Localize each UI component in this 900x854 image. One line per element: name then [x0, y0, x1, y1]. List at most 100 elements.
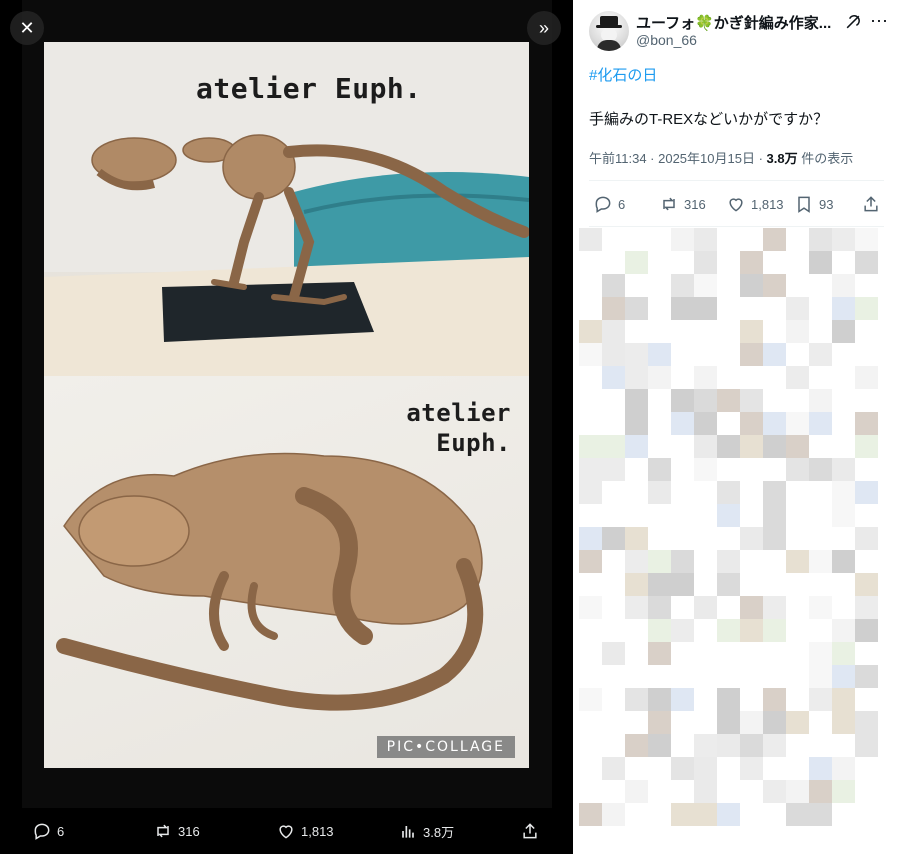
- viewer-repost-button[interactable]: 316: [153, 821, 200, 841]
- blur-pixel: [809, 596, 832, 619]
- blur-pixel: [832, 412, 855, 435]
- blur-pixel: [809, 297, 832, 320]
- blur-pixel: [786, 665, 809, 688]
- tweet-views-count: 3.8万: [766, 151, 798, 166]
- viewer-like-button[interactable]: 1,813: [276, 821, 334, 841]
- like-icon: [279, 825, 293, 839]
- blur-pixel: [625, 550, 648, 573]
- blur-pixel: [740, 573, 763, 596]
- blur-pixel: [855, 665, 878, 688]
- blur-pixel: [717, 389, 740, 412]
- blur-pixel: [786, 803, 809, 826]
- blur-pixel: [740, 734, 763, 757]
- blur-pixel: [763, 343, 786, 366]
- blur-pixel: [786, 642, 809, 665]
- blur-pixel: [740, 504, 763, 527]
- blur-pixel: [602, 734, 625, 757]
- blur-pixel: [579, 619, 602, 642]
- viewer-share-button[interactable]: [520, 821, 540, 841]
- blur-pixel: [602, 780, 625, 803]
- blur-pixel: [832, 780, 855, 803]
- blur-pixel: [740, 228, 763, 251]
- repost-button[interactable]: 316: [659, 194, 706, 214]
- blur-pixel: [717, 596, 740, 619]
- share-button[interactable]: [861, 194, 881, 214]
- blur-pixel: [694, 343, 717, 366]
- blur-pixel: [694, 320, 717, 343]
- photo-trex-folded[interactable]: atelier Euph. PIC•COLLAGE: [44, 376, 529, 768]
- viewer-views-button[interactable]: 3.8万: [398, 821, 454, 841]
- expand-button[interactable]: »: [527, 11, 561, 45]
- hashtag-link[interactable]: #化石の日: [589, 64, 657, 85]
- blur-pixel: [832, 665, 855, 688]
- blur-pixel: [671, 596, 694, 619]
- blur-pixel: [602, 550, 625, 573]
- blur-pixel: [648, 780, 671, 803]
- blur-pixel: [763, 527, 786, 550]
- tweet-actions: 6 316 1,813 93: [589, 190, 884, 220]
- viewer-action-bar: 6 316 1,813 3.8万: [0, 808, 573, 854]
- blur-pixel: [763, 458, 786, 481]
- blur-pixel: [786, 251, 809, 274]
- blur-pixel: [602, 596, 625, 619]
- blur-pixel: [809, 274, 832, 297]
- blur-pixel: [671, 297, 694, 320]
- blur-pixel: [855, 228, 878, 251]
- bookmark-button[interactable]: 93: [794, 194, 833, 214]
- grok-icon[interactable]: [843, 12, 863, 32]
- blur-pixel: [671, 642, 694, 665]
- blur-pixel: [717, 435, 740, 458]
- blur-pixel: [763, 412, 786, 435]
- blur-pixel: [763, 734, 786, 757]
- blur-pixel: [740, 803, 763, 826]
- blur-pixel: [694, 481, 717, 504]
- blur-pixel: [694, 228, 717, 251]
- blur-pixel: [579, 550, 602, 573]
- blur-pixel: [602, 366, 625, 389]
- blur-pixel: [694, 803, 717, 826]
- avatar[interactable]: [589, 11, 629, 51]
- tweet-time[interactable]: 午前11:34 · 2025年10月15日 ·: [589, 151, 767, 166]
- blur-pixel: [671, 803, 694, 826]
- blur-pixel: [740, 527, 763, 550]
- blur-pixel: [855, 320, 878, 343]
- blur-pixel: [832, 297, 855, 320]
- blur-pixel: [648, 504, 671, 527]
- viewer-reply-count: 6: [57, 823, 65, 839]
- blur-pixel: [717, 228, 740, 251]
- blur-pixel: [717, 688, 740, 711]
- blur-pixel: [740, 343, 763, 366]
- user-handle[interactable]: @bon_66: [636, 32, 697, 48]
- reply-icon: [34, 823, 50, 840]
- reply-button[interactable]: 6: [593, 194, 625, 214]
- viewer-reply-button[interactable]: 6: [32, 821, 64, 841]
- blur-pixel: [602, 412, 625, 435]
- close-button[interactable]: ✕: [10, 11, 44, 45]
- blur-pixel: [648, 573, 671, 596]
- display-name[interactable]: ユーフォ🍀かぎ針編み作家...: [636, 12, 831, 33]
- blur-pixel: [855, 573, 878, 596]
- blur-pixel: [832, 343, 855, 366]
- blur-pixel: [786, 481, 809, 504]
- blur-pixel: [648, 412, 671, 435]
- blur-pixel: [671, 251, 694, 274]
- blurred-replies-area: [573, 228, 900, 854]
- blur-pixel: [694, 458, 717, 481]
- blur-pixel: [579, 297, 602, 320]
- blur-pixel: [717, 573, 740, 596]
- photo-trex-standing[interactable]: atelier Euph.: [44, 42, 529, 376]
- blur-pixel: [855, 688, 878, 711]
- blur-pixel: [786, 688, 809, 711]
- blur-pixel: [625, 412, 648, 435]
- blur-pixel: [671, 458, 694, 481]
- blur-pixel: [579, 274, 602, 297]
- viewer-repost-count: 316: [178, 823, 200, 839]
- blur-pixel: [763, 389, 786, 412]
- blur-pixel: [602, 320, 625, 343]
- blur-pixel: [694, 619, 717, 642]
- blur-pixel: [832, 596, 855, 619]
- like-button[interactable]: 1,813: [726, 194, 784, 214]
- more-icon[interactable]: ⋯: [869, 12, 889, 32]
- blur-pixel: [694, 297, 717, 320]
- blur-pixel: [855, 274, 878, 297]
